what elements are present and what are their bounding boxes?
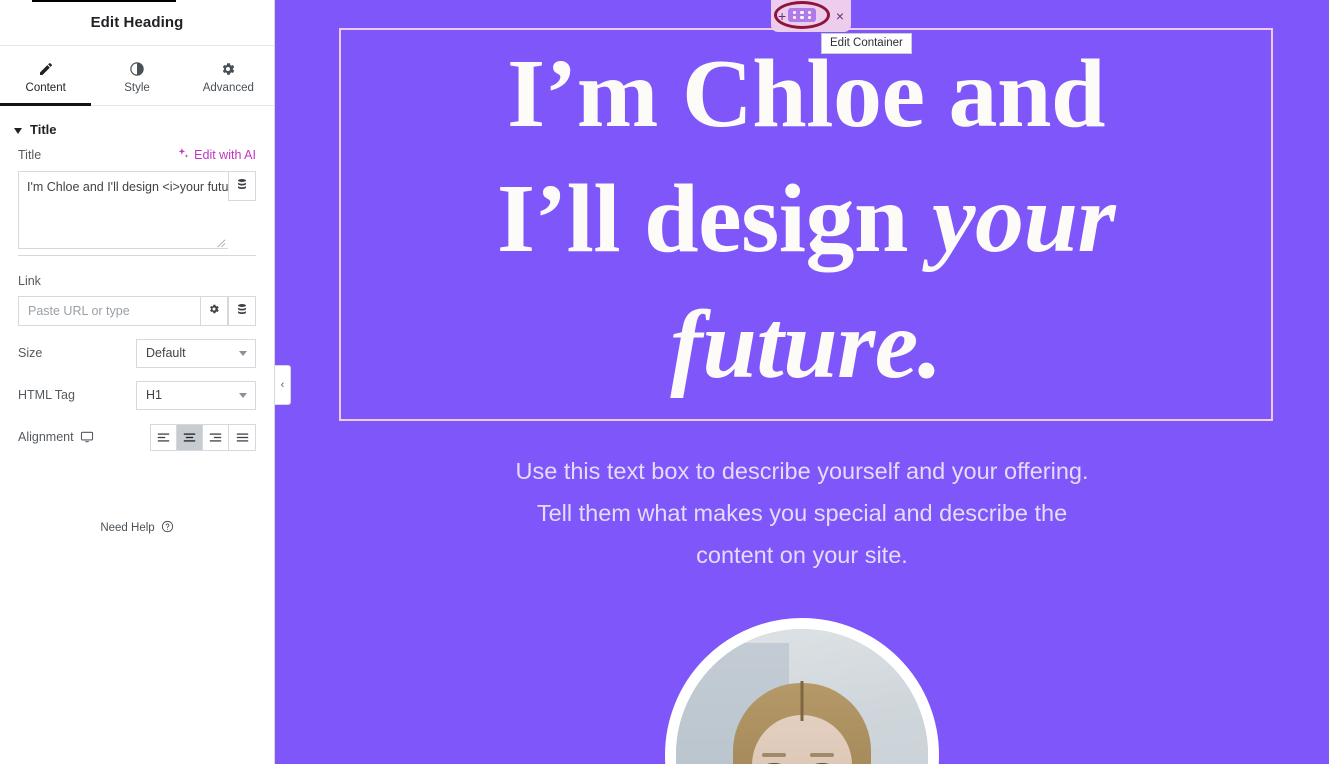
tab-content[interactable]: Content bbox=[0, 46, 92, 106]
size-select-value: Default bbox=[146, 346, 186, 360]
link-input[interactable] bbox=[18, 296, 200, 326]
database-icon bbox=[236, 177, 248, 196]
edit-with-ai-button[interactable]: Edit with AI bbox=[177, 147, 256, 163]
drag-grip-icon[interactable] bbox=[788, 8, 816, 22]
align-right-button[interactable] bbox=[203, 424, 229, 450]
hero-body-line1: Use this text box to describe yourself a… bbox=[515, 458, 1089, 484]
link-dynamic-tags-button[interactable] bbox=[228, 296, 256, 326]
html-tag-select-value: H1 bbox=[146, 388, 162, 402]
elementor-editor: Edit Heading Content Style Advanced Titl… bbox=[0, 0, 1329, 764]
gear-icon bbox=[220, 61, 236, 77]
hero-heading[interactable]: I’m Chloe and I’ll design your future. bbox=[356, 32, 1256, 408]
avatar[interactable] bbox=[665, 618, 939, 764]
alignment-field-row: Alignment bbox=[0, 416, 274, 458]
pencil-icon bbox=[38, 61, 54, 77]
tab-style-label: Style bbox=[124, 82, 150, 94]
portrait-photo bbox=[676, 629, 928, 764]
title-textarea[interactable] bbox=[18, 171, 228, 249]
hero-heading-line3-italic: future. bbox=[670, 290, 942, 399]
size-field-label: Size bbox=[18, 346, 43, 360]
html-tag-field-label: HTML Tag bbox=[18, 388, 75, 402]
hero-body-line2: Tell them what makes you special and des… bbox=[536, 500, 1068, 526]
alignment-field-label: Alignment bbox=[18, 430, 74, 444]
tab-style[interactable]: Style bbox=[91, 46, 182, 105]
html-tag-select[interactable]: H1 bbox=[136, 380, 256, 410]
edit-with-ai-label: Edit with AI bbox=[194, 148, 256, 162]
html-tag-field-row: HTML Tag H1 bbox=[0, 374, 274, 416]
align-center-button[interactable] bbox=[177, 424, 203, 450]
align-left-button[interactable] bbox=[151, 424, 177, 450]
question-circle-icon bbox=[161, 520, 174, 536]
gear-icon bbox=[208, 302, 220, 320]
size-select[interactable]: Default bbox=[136, 338, 256, 368]
link-field-header: Link bbox=[18, 274, 256, 288]
sparkle-icon bbox=[177, 147, 190, 163]
edit-container-tooltip: Edit Container bbox=[821, 33, 912, 54]
need-help-label: Need Help bbox=[100, 522, 155, 534]
hero-body-text[interactable]: Use this text box to describe yourself a… bbox=[275, 450, 1329, 576]
section-title-label: Title bbox=[30, 122, 57, 137]
need-help-button[interactable]: Need Help bbox=[0, 520, 274, 536]
chevron-left-icon: ‹ bbox=[280, 379, 285, 391]
link-field-label: Link bbox=[18, 274, 41, 288]
database-icon bbox=[236, 302, 248, 321]
hero-body-line3: content on your site. bbox=[696, 542, 908, 568]
section-title-header[interactable]: Title bbox=[0, 106, 274, 147]
align-justify-button[interactable] bbox=[229, 424, 255, 450]
title-field-label: Title bbox=[18, 148, 42, 162]
chevron-down-icon bbox=[14, 127, 22, 134]
link-options-button[interactable] bbox=[200, 296, 228, 326]
tab-advanced-label: Advanced bbox=[202, 82, 254, 94]
desktop-icon[interactable] bbox=[80, 430, 94, 444]
preview-canvas: I’m Chloe and I’ll design your future. U… bbox=[275, 0, 1329, 764]
title-field-header: Title Edit with AI bbox=[18, 147, 256, 163]
link-field-group: Link bbox=[0, 274, 274, 326]
contrast-icon bbox=[129, 61, 145, 77]
panel-header: Edit Heading bbox=[0, 0, 274, 46]
close-icon[interactable]: × bbox=[836, 9, 844, 23]
size-field-row: Size Default bbox=[0, 332, 274, 374]
editor-panel: Edit Heading Content Style Advanced Titl… bbox=[0, 0, 275, 764]
chevron-down-icon bbox=[239, 392, 247, 398]
title-field-group: Title Edit with AI bbox=[0, 147, 274, 249]
hero-heading-line1: I’m Chloe and bbox=[507, 40, 1105, 148]
title-textarea-wrap bbox=[18, 171, 256, 249]
title-dynamic-tags-button[interactable] bbox=[228, 171, 256, 201]
selected-container-outline[interactable]: I’m Chloe and I’ll design your future. bbox=[339, 28, 1273, 421]
tab-advanced[interactable]: Advanced bbox=[183, 46, 274, 105]
hero-heading-line2-italic: your bbox=[931, 165, 1116, 274]
tab-content-label: Content bbox=[25, 82, 66, 94]
edit-container-highlight bbox=[774, 1, 830, 29]
chevron-down-icon bbox=[239, 350, 247, 356]
panel-tabs: Content Style Advanced bbox=[0, 46, 274, 106]
alignment-button-group bbox=[150, 423, 256, 451]
link-input-row bbox=[18, 296, 256, 326]
panel-collapse-toggle[interactable]: ‹ bbox=[275, 365, 291, 405]
page-title: Edit Heading bbox=[90, 14, 184, 31]
title-field-divider bbox=[18, 255, 256, 256]
hero-heading-line2-plain: I’ll design bbox=[496, 165, 932, 274]
